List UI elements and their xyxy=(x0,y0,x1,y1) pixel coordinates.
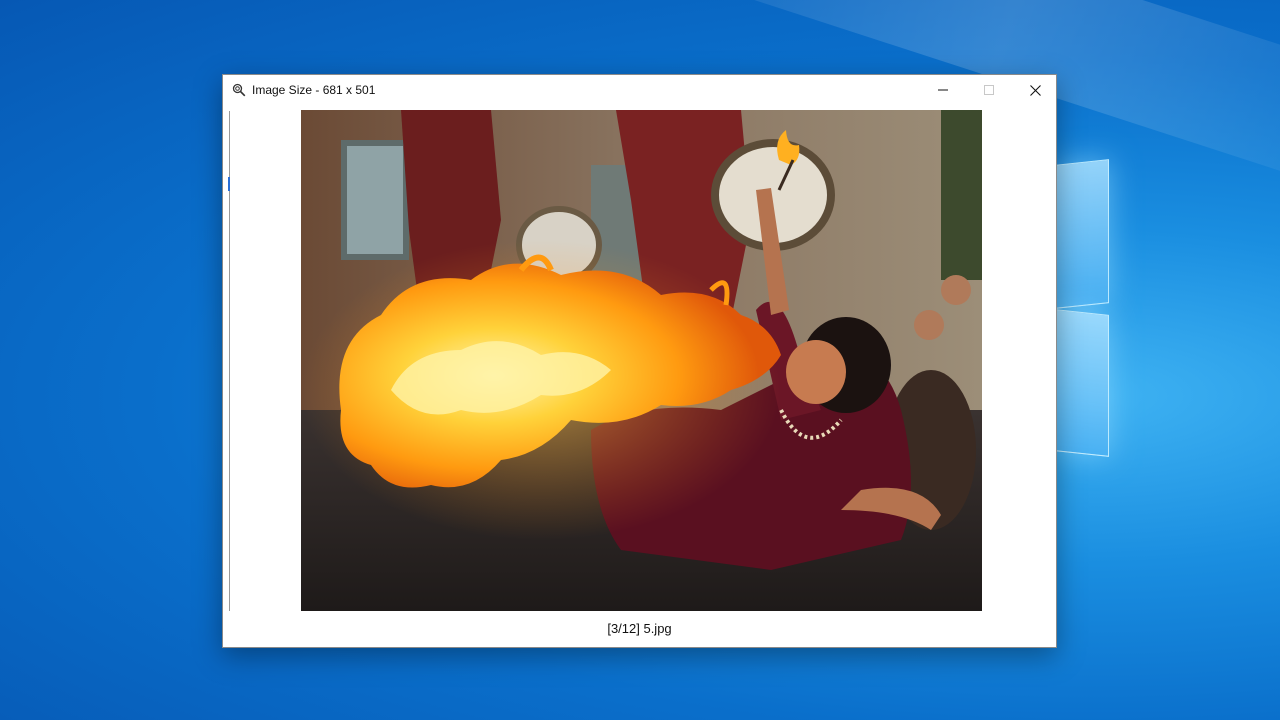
magnifier-icon xyxy=(232,83,246,97)
text-caret xyxy=(228,177,230,191)
close-icon xyxy=(1029,84,1041,96)
minimize-icon xyxy=(938,89,948,91)
maximize-button[interactable] xyxy=(966,75,1012,105)
windows-logo xyxy=(1055,159,1111,457)
displayed-image[interactable] xyxy=(301,110,982,611)
minimize-button[interactable] xyxy=(920,75,966,105)
image-viewer-window: Image Size - 681 x 501 [3/12] 5.jpg xyxy=(222,74,1057,648)
image-caption: [3/12] 5.jpg xyxy=(607,621,672,636)
title-bar[interactable]: Image Size - 681 x 501 xyxy=(223,75,1056,105)
window-title: Image Size - 681 x 501 xyxy=(252,83,376,97)
close-button[interactable] xyxy=(1012,75,1058,105)
maximize-icon xyxy=(984,85,994,95)
